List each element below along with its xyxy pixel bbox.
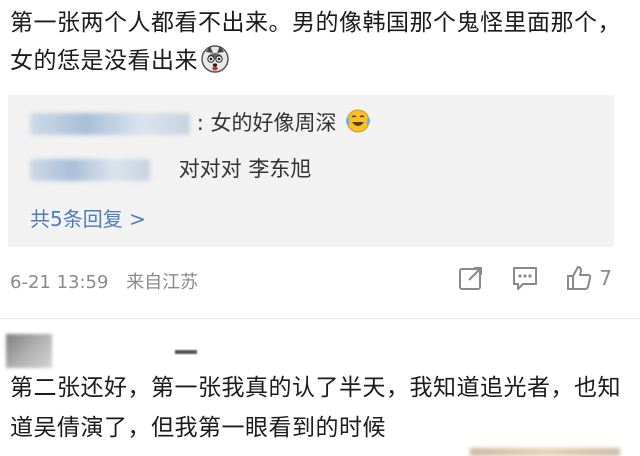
source-location: 来自江苏 — [126, 272, 199, 293]
more-replies-link[interactable]: 共5条回复 > — [30, 203, 146, 232]
reply-text: : 女的好像周深 — [196, 111, 337, 135]
reply-item-2[interactable]: 对对对 李东旭 — [30, 153, 311, 183]
comment-text: 第一张两个人都看不出来。男的像韩国那个鬼怪里面那个，女的恁是没看出来 — [10, 4, 635, 80]
comment-meta: 6-21 13:59 来自江苏 — [10, 268, 210, 294]
blurred-avatar[interactable] — [6, 334, 52, 368]
reply-text: 对对对 李东旭 — [178, 157, 312, 181]
share-icon — [459, 267, 483, 290]
blurred-username[interactable] — [30, 159, 150, 181]
comment-button[interactable] — [511, 264, 539, 292]
blurred-username[interactable] — [175, 350, 197, 354]
thumbs-up-icon — [567, 266, 592, 290]
blurred-text — [470, 448, 620, 456]
divider — [0, 318, 640, 319]
comment-icon — [513, 267, 538, 290]
replies-box[interactable]: : 女的好像周深 对对对 李东旭 共5条回复 > — [8, 95, 614, 247]
blurred-username[interactable] — [30, 113, 190, 135]
husky-emoji-icon — [201, 45, 229, 73]
like-button[interactable]: 7 — [565, 264, 612, 292]
action-bar: 7 — [431, 264, 612, 292]
timestamp: 6-21 13:59 — [10, 272, 109, 293]
comment-text-2: 第二张还好，第一张我真的认了半天，我知道追光者，也知道吴倩演了，但我第一眼看到的… — [10, 375, 621, 441]
laugh-cry-emoji-icon — [346, 109, 371, 133]
comment-body: 第一张两个人都看不出来。男的像韩国那个鬼怪里面那个，女的恁是没看出来 — [10, 10, 621, 74]
share-button[interactable] — [457, 264, 485, 292]
reply-item-1[interactable]: : 女的好像周深 — [30, 107, 371, 137]
like-count: 7 — [599, 266, 612, 290]
